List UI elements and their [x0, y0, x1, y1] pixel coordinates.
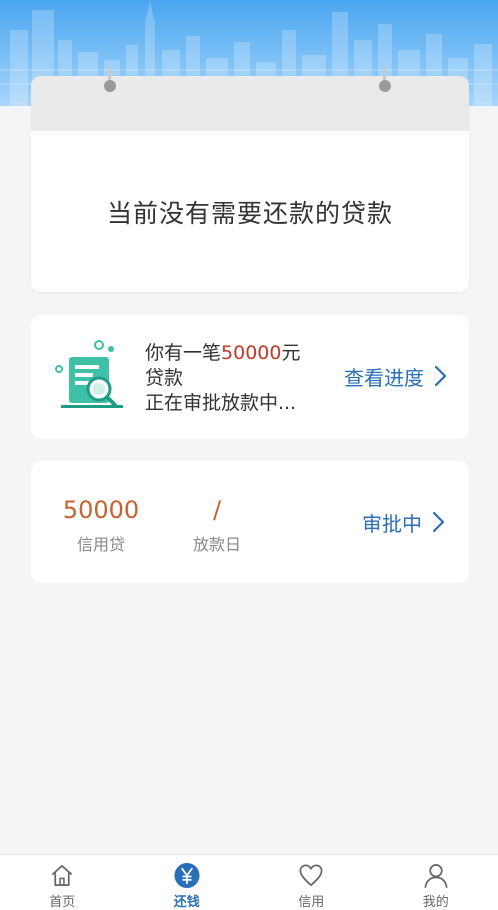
- credit-amount-label: 信用贷: [76, 535, 125, 554]
- bottom-tab-bar: 首页 还钱 信用 我的: [0, 854, 498, 910]
- user-icon: [424, 864, 448, 888]
- tab-repay[interactable]: 还钱: [125, 855, 250, 910]
- loan-line1-prefix: 你有一笔: [145, 342, 222, 364]
- heart-icon: [299, 864, 323, 887]
- chevron-right-icon: [434, 365, 447, 387]
- calendar-header-strip: [31, 76, 469, 131]
- document-search-icon: [55, 340, 123, 408]
- tab-credit[interactable]: 信用: [249, 855, 374, 910]
- disbursement-date-stat: / 放款日: [177, 495, 257, 555]
- disbursement-date-label: 放款日: [192, 535, 241, 554]
- credit-amount-stat: 50000 信用贷: [51, 495, 151, 555]
- no-repayment-message: 当前没有需要还款的贷款: [106, 198, 393, 228]
- approval-status-label: 审批中: [362, 511, 422, 536]
- tab-home-label: 首页: [49, 895, 76, 910]
- tab-mine[interactable]: 我的: [374, 855, 498, 910]
- credit-amount-value: 50000: [62, 496, 140, 524]
- calendar-ring-left: [103, 68, 117, 96]
- tab-repay-label: 还钱: [173, 895, 200, 910]
- tab-mine-label: 我的: [422, 895, 449, 910]
- loan-amount: 50000: [221, 342, 282, 364]
- view-progress-button[interactable]: 查看进度: [344, 361, 450, 391]
- loan-line2: 贷款: [145, 367, 184, 389]
- home-icon: [52, 864, 73, 887]
- yen-icon: [174, 862, 200, 889]
- chevron-right-icon: [432, 511, 445, 533]
- view-progress-label: 查看进度: [344, 365, 424, 390]
- tab-home[interactable]: 首页: [0, 855, 125, 910]
- loan-line1-suffix: 元: [281, 342, 301, 364]
- repayment-calendar-card: 当前没有需要还款的贷款: [31, 68, 469, 292]
- loan-progress-card[interactable]: 你有一笔50000元 贷款 正在审批放款中... 查看进度: [31, 315, 469, 439]
- approval-status-button[interactable]: 审批中: [362, 507, 448, 537]
- loan-status-text: 你有一笔50000元 贷款 正在审批放款中...: [145, 341, 335, 416]
- calendar-ring-right: [378, 68, 392, 96]
- credit-loan-card[interactable]: 50000 信用贷 / 放款日 审批中: [31, 461, 469, 583]
- loan-line3: 正在审批放款中...: [145, 392, 297, 414]
- tab-credit-label: 信用: [298, 895, 325, 910]
- disbursement-date-value: /: [212, 496, 222, 524]
